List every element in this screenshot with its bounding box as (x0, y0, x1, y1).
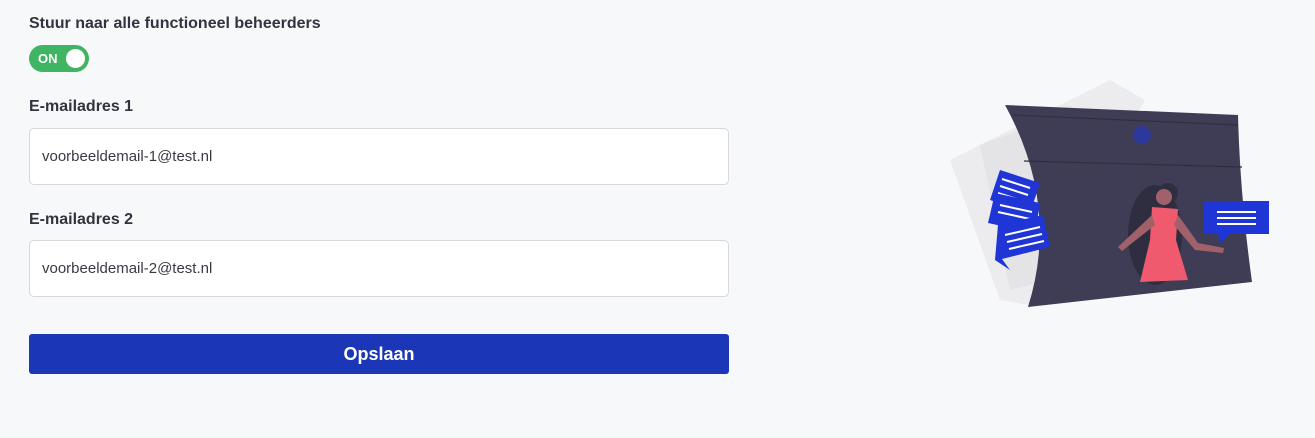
save-button[interactable]: Opslaan (29, 334, 729, 374)
person-head (1156, 189, 1172, 205)
toggle-state-label: ON (38, 51, 58, 66)
email1-input[interactable] (29, 128, 729, 185)
send-to-all-label: Stuur naar alle functioneel beheerders (29, 15, 321, 32)
send-to-all-toggle[interactable]: ON (29, 45, 89, 72)
screen-dot (1133, 126, 1151, 144)
messages-illustration-icon (950, 80, 1269, 307)
email2-input[interactable] (29, 240, 729, 297)
toggle-knob (66, 49, 85, 68)
email2-label: E-mailadres 2 (29, 211, 134, 228)
email1-label: E-mailadres 1 (29, 98, 134, 115)
